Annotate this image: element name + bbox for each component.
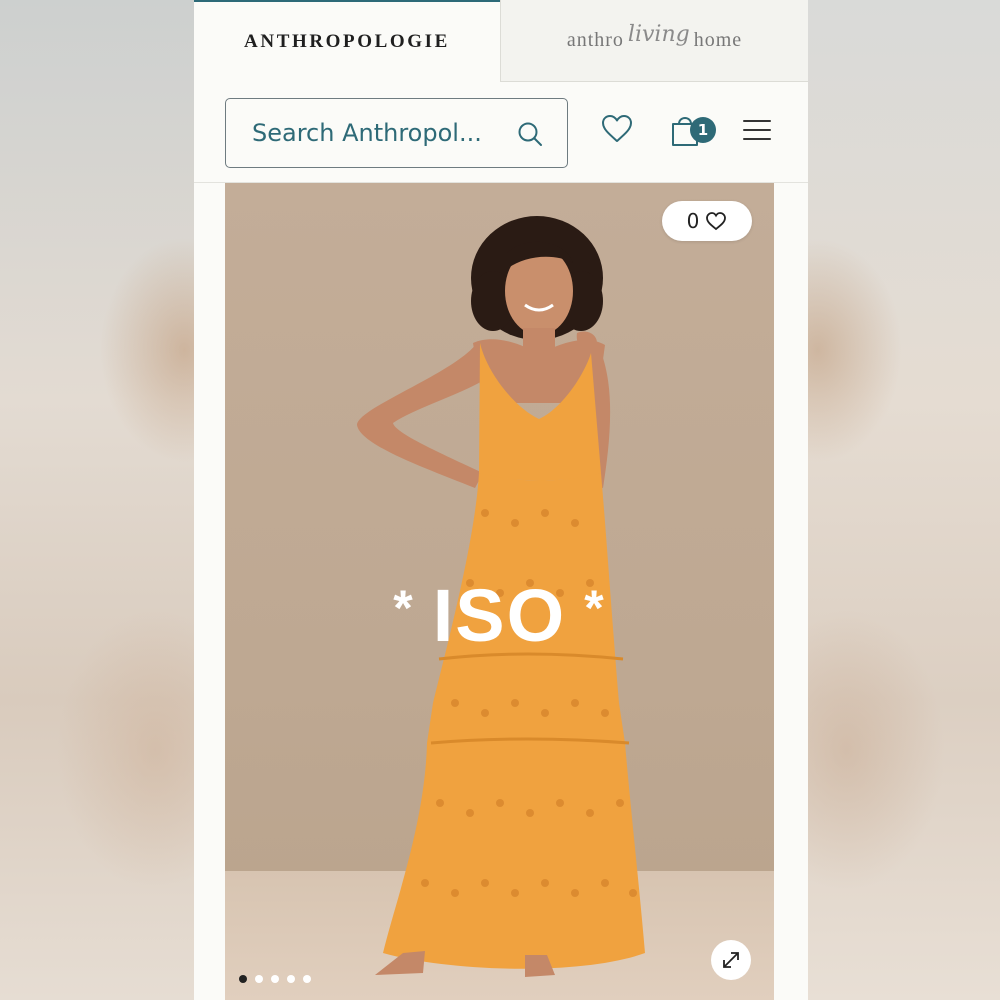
tab-living-suffix: home bbox=[693, 29, 743, 51]
heart-icon[interactable] bbox=[600, 112, 634, 146]
blurred-background-left bbox=[0, 0, 194, 1000]
carousel-dot[interactable] bbox=[271, 975, 279, 983]
cart-count-badge: 1 bbox=[690, 117, 716, 143]
expand-arrows-icon bbox=[723, 952, 739, 968]
blurred-background-right bbox=[808, 0, 1000, 1000]
favorite-count: 0 bbox=[686, 209, 700, 233]
brand-tabs: ANTHROPOLOGIE anthro living home bbox=[194, 0, 808, 82]
tab-living-script: living bbox=[627, 22, 690, 47]
carousel-dot[interactable] bbox=[303, 975, 311, 983]
tab-living-prefix: anthro bbox=[566, 29, 624, 51]
hamburger-menu-icon[interactable] bbox=[742, 118, 772, 142]
carousel-dots bbox=[239, 975, 311, 983]
overlay-star-right: * bbox=[584, 580, 606, 636]
mobile-page: ANTHROPOLOGIE anthro living home 1 bbox=[194, 0, 808, 1000]
tab-anthro-living-home[interactable]: anthro living home bbox=[500, 0, 808, 82]
cart-button[interactable]: 1 bbox=[670, 112, 720, 148]
favorite-button[interactable]: 0 bbox=[662, 201, 752, 241]
tab-anthropologie-label: ANTHROPOLOGIE bbox=[244, 31, 450, 52]
header-bar: 1 bbox=[194, 82, 808, 183]
carousel-dot[interactable] bbox=[255, 975, 263, 983]
search-input[interactable] bbox=[250, 118, 512, 148]
search-icon[interactable] bbox=[515, 119, 545, 149]
heart-outline-icon bbox=[706, 212, 727, 231]
overlay-star-left: * bbox=[393, 580, 415, 636]
tab-anthropologie[interactable]: ANTHROPOLOGIE bbox=[194, 0, 500, 82]
iso-overlay-text: * ISO * bbox=[225, 573, 774, 658]
overlay-word: ISO bbox=[432, 574, 567, 657]
product-image[interactable]: 0 * ISO * bbox=[225, 183, 774, 1000]
search-box bbox=[225, 98, 568, 168]
carousel-dot[interactable] bbox=[287, 975, 295, 983]
expand-image-button[interactable] bbox=[711, 940, 751, 980]
carousel-dot[interactable] bbox=[239, 975, 247, 983]
